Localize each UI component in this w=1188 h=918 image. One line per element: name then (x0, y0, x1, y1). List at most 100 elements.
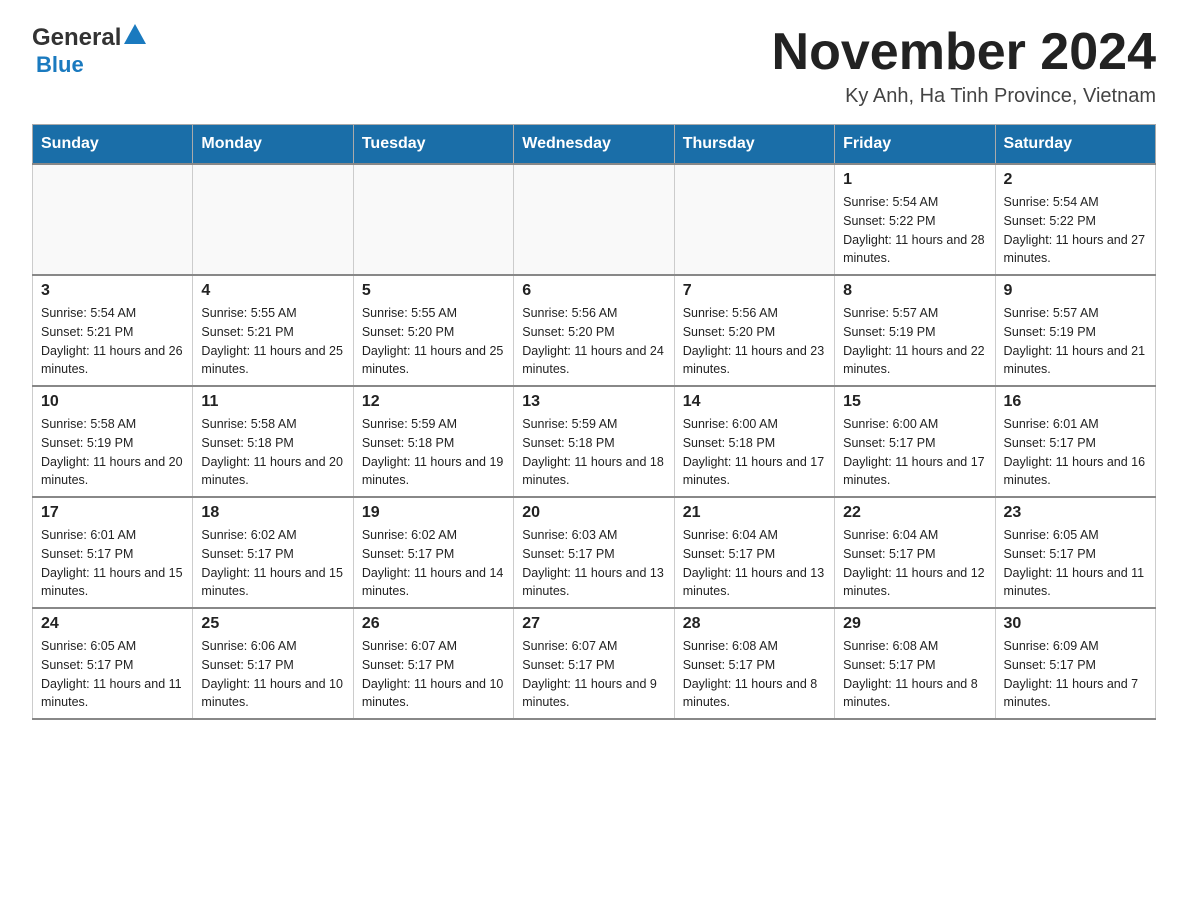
table-row: 13Sunrise: 5:59 AM Sunset: 5:18 PM Dayli… (514, 386, 674, 497)
calendar-week-2: 3 Sunrise: 5:54 AM Sunset: 5:21 PM Daylig… (33, 275, 1156, 386)
table-row (514, 164, 674, 275)
title-section: November 2024 Ky Anh, Ha Tinh Province, … (772, 24, 1156, 108)
calendar-week-4: 17 Sunrise: 6:01 AM Sunset: 5:17 PM Dayli… (33, 497, 1156, 608)
location-title: Ky Anh, Ha Tinh Province, Vietnam (772, 85, 1156, 108)
day-number: 17 (41, 504, 184, 522)
table-row: 22 Sunrise: 6:04 AM Sunset: 5:17 PM Dayli… (835, 497, 995, 608)
table-row: 21 Sunrise: 6:04 AM Sunset: 5:17 PM Dayli… (674, 497, 834, 608)
table-row: 28 Sunrise: 6:08 AM Sunset: 5:17 PM Dayli… (674, 608, 834, 719)
day-info: Sunrise: 6:08 AM Sunset: 5:17 PM Dayligh… (683, 637, 826, 712)
day-number: 29 (843, 615, 986, 633)
day-info: Sunrise: 5:59 AM Sunset: 5:18 PM Dayligh… (362, 415, 505, 490)
day-number: 1 (843, 171, 986, 189)
table-row: 29Sunrise: 6:08 AM Sunset: 5:17 PM Dayli… (835, 608, 995, 719)
day-info: Sunrise: 6:01 AM Sunset: 5:17 PM Dayligh… (1004, 415, 1147, 490)
day-info: Sunrise: 6:04 AM Sunset: 5:17 PM Dayligh… (843, 526, 986, 601)
table-row: 18 Sunrise: 6:02 AM Sunset: 5:17 PM Dayli… (193, 497, 353, 608)
calendar-week-5: 24Sunrise: 6:05 AM Sunset: 5:17 PM Dayli… (33, 608, 1156, 719)
day-number: 18 (201, 504, 344, 522)
day-info: Sunrise: 5:54 AM Sunset: 5:22 PM Dayligh… (843, 193, 986, 268)
day-number: 27 (522, 615, 665, 633)
header-thursday: Thursday (674, 125, 834, 165)
day-number: 11 (201, 393, 344, 411)
day-number: 9 (1004, 282, 1147, 300)
day-number: 3 (41, 282, 184, 300)
day-info: Sunrise: 5:59 AM Sunset: 5:18 PM Dayligh… (522, 415, 665, 490)
table-row: 24Sunrise: 6:05 AM Sunset: 5:17 PM Dayli… (33, 608, 193, 719)
day-number: 6 (522, 282, 665, 300)
table-row: 4 Sunrise: 5:55 AM Sunset: 5:21 PM Daylig… (193, 275, 353, 386)
day-number: 28 (683, 615, 826, 633)
table-row: 2 Sunrise: 5:54 AM Sunset: 5:22 PM Daylig… (995, 164, 1155, 275)
table-row: 20 Sunrise: 6:03 AM Sunset: 5:17 PM Dayli… (514, 497, 674, 608)
calendar-table: Sunday Monday Tuesday Wednesday Thursday… (32, 124, 1156, 720)
calendar-week-1: 1 Sunrise: 5:54 AM Sunset: 5:22 PM Daylig… (33, 164, 1156, 275)
table-row: 8 Sunrise: 5:57 AM Sunset: 5:19 PM Daylig… (835, 275, 995, 386)
day-info: Sunrise: 6:05 AM Sunset: 5:17 PM Dayligh… (1004, 526, 1147, 601)
table-row: 27 Sunrise: 6:07 AM Sunset: 5:17 PM Dayli… (514, 608, 674, 719)
day-info: Sunrise: 5:58 AM Sunset: 5:19 PM Dayligh… (41, 415, 184, 490)
logo-general-text: General (32, 24, 121, 52)
day-info: Sunrise: 5:57 AM Sunset: 5:19 PM Dayligh… (1004, 304, 1147, 379)
day-info: Sunrise: 6:03 AM Sunset: 5:17 PM Dayligh… (522, 526, 665, 601)
day-number: 8 (843, 282, 986, 300)
header-saturday: Saturday (995, 125, 1155, 165)
table-row: 25Sunrise: 6:06 AM Sunset: 5:17 PM Dayli… (193, 608, 353, 719)
day-info: Sunrise: 5:58 AM Sunset: 5:18 PM Dayligh… (201, 415, 344, 490)
day-info: Sunrise: 5:56 AM Sunset: 5:20 PM Dayligh… (683, 304, 826, 379)
logo-blue-text: Blue (36, 52, 84, 77)
day-info: Sunrise: 6:07 AM Sunset: 5:17 PM Dayligh… (522, 637, 665, 712)
day-number: 15 (843, 393, 986, 411)
table-row: 9 Sunrise: 5:57 AM Sunset: 5:19 PM Daylig… (995, 275, 1155, 386)
table-row (33, 164, 193, 275)
table-row (674, 164, 834, 275)
day-number: 21 (683, 504, 826, 522)
table-row: 17 Sunrise: 6:01 AM Sunset: 5:17 PM Dayli… (33, 497, 193, 608)
day-info: Sunrise: 5:55 AM Sunset: 5:21 PM Dayligh… (201, 304, 344, 379)
table-row (193, 164, 353, 275)
day-number: 12 (362, 393, 505, 411)
logo-triangle-icon (124, 24, 146, 49)
header-tuesday: Tuesday (353, 125, 513, 165)
table-row: 11 Sunrise: 5:58 AM Sunset: 5:18 PM Dayli… (193, 386, 353, 497)
logo: General Blue (32, 24, 146, 78)
day-info: Sunrise: 5:54 AM Sunset: 5:22 PM Dayligh… (1004, 193, 1147, 268)
table-row: 6Sunrise: 5:56 AM Sunset: 5:20 PM Daylig… (514, 275, 674, 386)
day-info: Sunrise: 5:57 AM Sunset: 5:19 PM Dayligh… (843, 304, 986, 379)
day-number: 22 (843, 504, 986, 522)
day-number: 19 (362, 504, 505, 522)
day-number: 4 (201, 282, 344, 300)
table-row: 5 Sunrise: 5:55 AM Sunset: 5:20 PM Daylig… (353, 275, 513, 386)
day-info: Sunrise: 6:04 AM Sunset: 5:17 PM Dayligh… (683, 526, 826, 601)
day-info: Sunrise: 5:54 AM Sunset: 5:21 PM Dayligh… (41, 304, 184, 379)
day-number: 26 (362, 615, 505, 633)
table-row (353, 164, 513, 275)
table-row: 10 Sunrise: 5:58 AM Sunset: 5:19 PM Dayli… (33, 386, 193, 497)
calendar-week-3: 10 Sunrise: 5:58 AM Sunset: 5:19 PM Dayli… (33, 386, 1156, 497)
table-row: 23Sunrise: 6:05 AM Sunset: 5:17 PM Dayli… (995, 497, 1155, 608)
day-info: Sunrise: 6:09 AM Sunset: 5:17 PM Dayligh… (1004, 637, 1147, 712)
day-info: Sunrise: 6:02 AM Sunset: 5:17 PM Dayligh… (201, 526, 344, 601)
day-number: 2 (1004, 171, 1147, 189)
day-number: 14 (683, 393, 826, 411)
day-number: 30 (1004, 615, 1147, 633)
calendar-header-row: Sunday Monday Tuesday Wednesday Thursday… (33, 125, 1156, 165)
month-title: November 2024 (772, 24, 1156, 81)
table-row: 15 Sunrise: 6:00 AM Sunset: 5:17 PM Dayli… (835, 386, 995, 497)
day-number: 7 (683, 282, 826, 300)
day-number: 5 (362, 282, 505, 300)
day-info: Sunrise: 6:00 AM Sunset: 5:17 PM Dayligh… (843, 415, 986, 490)
table-row: 16Sunrise: 6:01 AM Sunset: 5:17 PM Dayli… (995, 386, 1155, 497)
table-row: 12 Sunrise: 5:59 AM Sunset: 5:18 PM Dayli… (353, 386, 513, 497)
day-info: Sunrise: 6:00 AM Sunset: 5:18 PM Dayligh… (683, 415, 826, 490)
page-header: General Blue November 2024 Ky Anh, Ha Ti… (32, 24, 1156, 108)
day-info: Sunrise: 6:01 AM Sunset: 5:17 PM Dayligh… (41, 526, 184, 601)
day-info: Sunrise: 6:07 AM Sunset: 5:17 PM Dayligh… (362, 637, 505, 712)
table-row: 3 Sunrise: 5:54 AM Sunset: 5:21 PM Daylig… (33, 275, 193, 386)
header-wednesday: Wednesday (514, 125, 674, 165)
day-info: Sunrise: 5:55 AM Sunset: 5:20 PM Dayligh… (362, 304, 505, 379)
day-number: 20 (522, 504, 665, 522)
day-info: Sunrise: 6:02 AM Sunset: 5:17 PM Dayligh… (362, 526, 505, 601)
table-row: 7 Sunrise: 5:56 AM Sunset: 5:20 PM Daylig… (674, 275, 834, 386)
day-number: 10 (41, 393, 184, 411)
